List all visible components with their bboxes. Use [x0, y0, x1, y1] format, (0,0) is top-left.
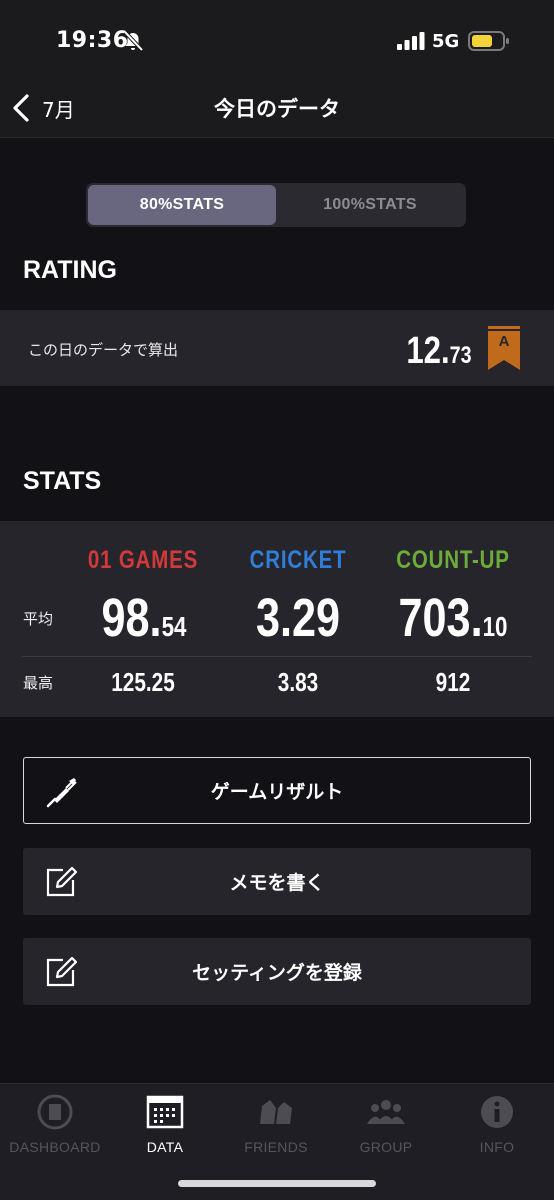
- avg-01-games-decimal: 54: [161, 611, 187, 642]
- register-setting-button[interactable]: セッティングを登録: [23, 938, 531, 1005]
- rating-value-decimal: 73: [450, 342, 472, 369]
- game-result-button[interactable]: ゲームリザルト: [23, 757, 531, 824]
- avg-count-up: 703.10: [373, 587, 533, 649]
- bell-muted-icon: [123, 30, 144, 52]
- screen: 19:36 5G 7月 今日のデータ 80%STATS 100%STATS RA…: [0, 0, 554, 1200]
- tab-group-label: GROUP: [359, 1139, 413, 1155]
- write-memo-label: メモを書く: [229, 872, 325, 894]
- row-label-max: 最高: [23, 674, 54, 692]
- avg-count-up-integer: 703.: [398, 588, 483, 648]
- rating-card: この日のデータで算出 12.73: [0, 310, 554, 386]
- column-cricket: CRICKET: [249, 546, 347, 574]
- tab-info[interactable]: INFO: [442, 1094, 552, 1164]
- signal-icon: [397, 32, 425, 50]
- navigation-bar: 7月 今日のデータ: [0, 80, 554, 138]
- row-label-average: 平均: [23, 610, 54, 628]
- segment-100-stats[interactable]: 100%STATS: [276, 185, 464, 225]
- stats-section-title: STATS: [23, 467, 102, 495]
- stats-mode-segmented-control: 80%STATS 100%STATS: [86, 183, 466, 227]
- avg-count-up-decimal: 10: [482, 611, 508, 642]
- friends-icon: [260, 1100, 292, 1124]
- game-result-label: ゲームリザルト: [210, 781, 344, 803]
- avg-cricket: 3.29: [218, 587, 378, 649]
- tab-dashboard-label: DASHBOARD: [9, 1139, 101, 1155]
- avg-01-games-integer: 98.: [101, 588, 162, 648]
- tab-dashboard[interactable]: DASHBOARD: [0, 1094, 110, 1164]
- status-time: 19:36: [56, 28, 129, 53]
- rating-section-title: RATING: [23, 256, 117, 284]
- write-memo-button[interactable]: メモを書く: [23, 848, 531, 915]
- page-title: 今日のデータ: [214, 97, 340, 121]
- battery-icon: [468, 31, 509, 51]
- register-setting-label: セッティングを登録: [192, 962, 362, 984]
- tab-friends[interactable]: FRIENDS: [221, 1094, 331, 1164]
- rating-class-letter: A: [498, 333, 510, 350]
- column-count-up: COUNT-UP: [396, 546, 510, 574]
- avg-cricket-integer: 3.29: [255, 588, 341, 648]
- tab-info-label: INFO: [479, 1139, 515, 1155]
- max-count-up: 912: [435, 667, 471, 697]
- tab-data[interactable]: DATA: [110, 1094, 220, 1164]
- max-01-games: 125.25: [111, 667, 175, 697]
- tab-friends-label: FRIENDS: [244, 1139, 308, 1155]
- avg-01-games: 98.54: [64, 587, 224, 649]
- segment-80-stats[interactable]: 80%STATS: [88, 185, 276, 225]
- edit-icon: [46, 866, 78, 897]
- rating-value-integer: 12.: [406, 330, 451, 372]
- status-bar: 19:36 5G: [0, 0, 554, 80]
- home-indicator: [178, 1180, 376, 1187]
- tab-group[interactable]: GROUP: [331, 1094, 441, 1164]
- stats-divider: [22, 656, 532, 657]
- dashboard-icon: [37, 1094, 73, 1130]
- info-icon: [481, 1096, 513, 1128]
- calendar-icon: [146, 1095, 184, 1129]
- dart-icon: [46, 778, 77, 808]
- edit-icon: [46, 956, 78, 987]
- column-01-games: 01 GAMES: [87, 546, 199, 574]
- network-label: 5G: [432, 31, 460, 52]
- max-cricket: 3.83: [277, 667, 319, 697]
- rating-value: 12.73: [407, 330, 472, 373]
- group-icon: [367, 1100, 405, 1124]
- tab-data-label: DATA: [146, 1139, 184, 1155]
- rating-description: この日のデータで算出: [28, 341, 179, 359]
- stats-card: 01 GAMES CRICKET COUNT-UP 平均 98.54 3.29 …: [0, 521, 554, 717]
